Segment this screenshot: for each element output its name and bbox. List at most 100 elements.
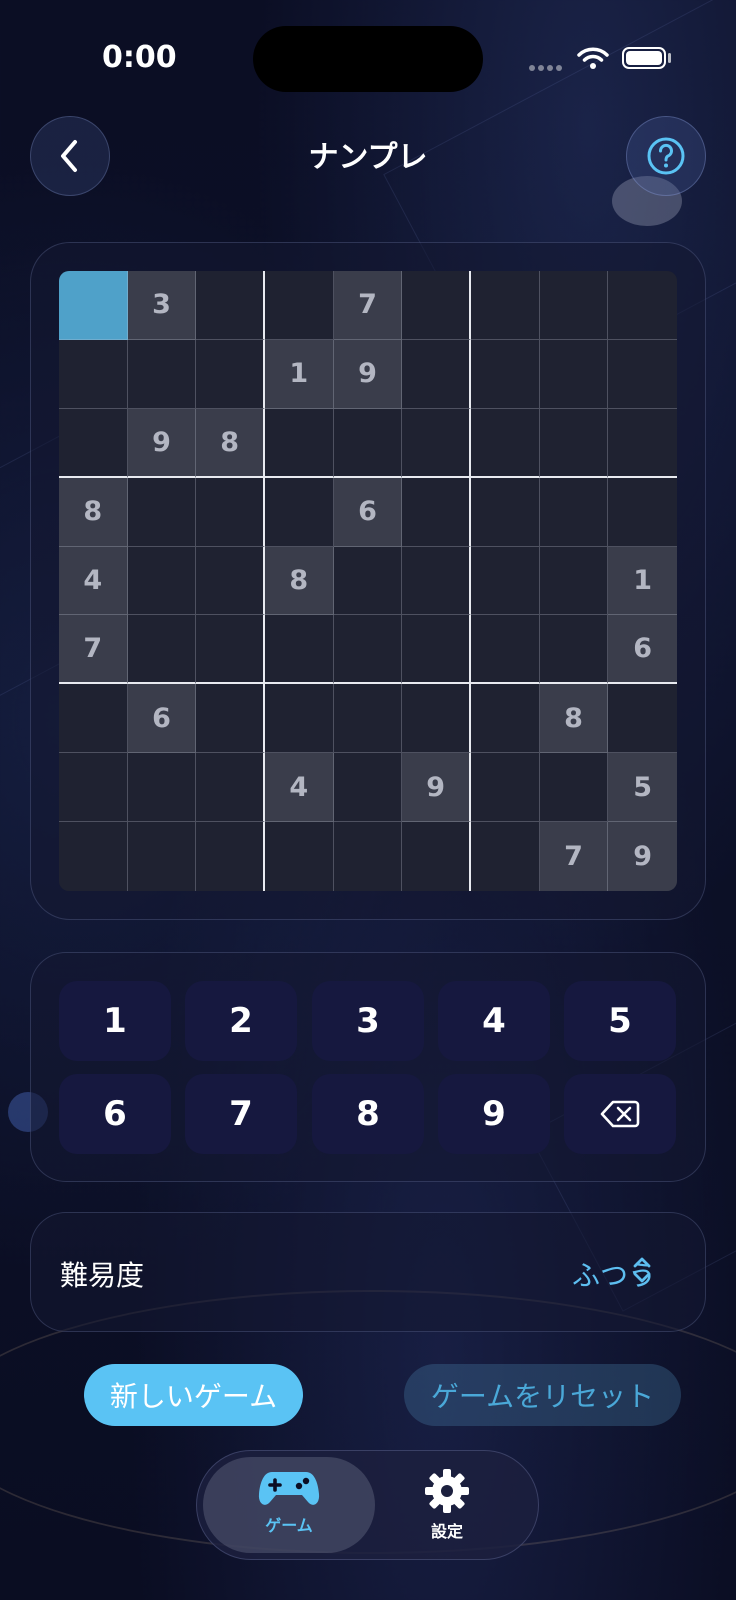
sudoku-cell-r4c7[interactable] <box>470 477 540 547</box>
sudoku-cell-r2c4[interactable]: 1 <box>264 339 334 409</box>
sudoku-cell-r8c8[interactable] <box>539 753 609 823</box>
sudoku-cell-r4c8[interactable] <box>539 477 609 547</box>
sudoku-cell-r4c9[interactable] <box>608 477 677 547</box>
sudoku-cell-r8c4[interactable]: 4 <box>264 753 334 823</box>
sudoku-grid: 37199886481766849579 <box>59 271 677 891</box>
sudoku-cell-r2c1[interactable] <box>59 339 128 409</box>
sudoku-cell-r3c2[interactable]: 9 <box>127 408 197 478</box>
sudoku-cell-r5c1[interactable]: 4 <box>59 546 128 616</box>
sudoku-cell-r5c9[interactable]: 1 <box>608 546 677 616</box>
key-8[interactable]: 8 <box>312 1074 424 1154</box>
sudoku-cell-r5c6[interactable] <box>402 546 471 616</box>
help-button[interactable] <box>626 116 706 196</box>
sudoku-cell-r1c6[interactable] <box>402 271 471 340</box>
sudoku-cell-r4c6[interactable] <box>402 477 471 547</box>
reset-game-button[interactable]: ゲームをリセット <box>404 1364 681 1426</box>
sudoku-cell-r1c4[interactable] <box>264 271 334 340</box>
sudoku-cell-r6c8[interactable] <box>539 615 609 685</box>
sudoku-cell-r8c9[interactable]: 5 <box>608 753 677 823</box>
sudoku-cell-r8c5[interactable] <box>333 753 403 823</box>
delete-key[interactable] <box>564 1074 676 1154</box>
sudoku-cell-r4c4[interactable] <box>264 477 334 547</box>
tab-settings[interactable]: 設定 <box>367 1468 527 1548</box>
sudoku-cell-r6c3[interactable] <box>196 615 265 685</box>
sudoku-cell-r2c9[interactable] <box>608 339 677 409</box>
sudoku-cell-r5c4[interactable]: 8 <box>264 546 334 616</box>
sudoku-cell-r9c2[interactable] <box>127 822 197 891</box>
sudoku-cell-r7c6[interactable] <box>402 684 471 754</box>
sudoku-cell-r6c4[interactable] <box>264 615 334 685</box>
sudoku-cell-r5c5[interactable] <box>333 546 403 616</box>
sudoku-cell-r3c1[interactable] <box>59 408 128 478</box>
sudoku-cell-r9c6[interactable] <box>402 822 471 891</box>
sudoku-cell-r7c5[interactable] <box>333 684 403 754</box>
sudoku-cell-r6c5[interactable] <box>333 615 403 685</box>
sudoku-cell-r9c8[interactable]: 7 <box>539 822 609 891</box>
sudoku-cell-r9c4[interactable] <box>264 822 334 891</box>
sudoku-cell-r7c7[interactable] <box>470 684 540 754</box>
sudoku-cell-r7c4[interactable] <box>264 684 334 754</box>
sudoku-cell-r8c3[interactable] <box>196 753 265 823</box>
sudoku-cell-r4c1[interactable]: 8 <box>59 477 128 547</box>
sudoku-cell-r3c3[interactable]: 8 <box>196 408 265 478</box>
chevron-up-down-icon[interactable] <box>632 1256 652 1284</box>
sudoku-cell-r1c3[interactable] <box>196 271 265 340</box>
sudoku-cell-r1c7[interactable] <box>470 271 540 340</box>
sudoku-cell-r9c3[interactable] <box>196 822 265 891</box>
sudoku-cell-r4c3[interactable] <box>196 477 265 547</box>
sudoku-cell-r9c7[interactable] <box>470 822 540 891</box>
sudoku-cell-r2c6[interactable] <box>402 339 471 409</box>
sudoku-cell-r3c6[interactable] <box>402 408 471 478</box>
sudoku-cell-r8c1[interactable] <box>59 753 128 823</box>
sudoku-cell-r1c9[interactable] <box>608 271 677 340</box>
key-9[interactable]: 9 <box>438 1074 550 1154</box>
sudoku-cell-r4c5[interactable]: 6 <box>333 477 403 547</box>
sudoku-cell-r2c8[interactable] <box>539 339 609 409</box>
sudoku-cell-r8c2[interactable] <box>127 753 197 823</box>
sudoku-cell-r9c9[interactable]: 9 <box>608 822 677 891</box>
status-bar: 0:00 <box>0 0 736 120</box>
sudoku-cell-r2c5[interactable]: 9 <box>333 339 403 409</box>
sudoku-cell-r7c9[interactable] <box>608 684 677 754</box>
key-6[interactable]: 6 <box>59 1074 171 1154</box>
key-5[interactable]: 5 <box>564 981 676 1061</box>
sudoku-cell-r7c2[interactable]: 6 <box>127 684 197 754</box>
sudoku-cell-r7c3[interactable] <box>196 684 265 754</box>
sudoku-cell-r2c3[interactable] <box>196 339 265 409</box>
key-3[interactable]: 3 <box>312 981 424 1061</box>
sudoku-cell-r2c7[interactable] <box>470 339 540 409</box>
sudoku-cell-r5c7[interactable] <box>470 546 540 616</box>
sudoku-cell-r5c2[interactable] <box>127 546 197 616</box>
sudoku-cell-r3c5[interactable] <box>333 408 403 478</box>
key-7[interactable]: 7 <box>185 1074 297 1154</box>
sudoku-cell-r1c2[interactable]: 3 <box>127 271 197 340</box>
sudoku-cell-r6c9[interactable]: 6 <box>608 615 677 685</box>
sudoku-cell-r1c5[interactable]: 7 <box>333 271 403 340</box>
sudoku-cell-r8c7[interactable] <box>470 753 540 823</box>
sudoku-cell-r5c3[interactable] <box>196 546 265 616</box>
sudoku-cell-r3c9[interactable] <box>608 408 677 478</box>
sudoku-cell-r7c1[interactable] <box>59 684 128 754</box>
key-2[interactable]: 2 <box>185 981 297 1061</box>
sudoku-cell-r6c6[interactable] <box>402 615 471 685</box>
tab-game[interactable]: ゲーム <box>209 1468 369 1548</box>
sudoku-cell-r1c8[interactable] <box>539 271 609 340</box>
sudoku-cell-r9c1[interactable] <box>59 822 128 891</box>
sudoku-cell-r4c2[interactable] <box>127 477 197 547</box>
sudoku-cell-r3c8[interactable] <box>539 408 609 478</box>
sudoku-cell-r1c1[interactable] <box>59 271 128 340</box>
sudoku-cell-r3c7[interactable] <box>470 408 540 478</box>
sudoku-cell-r9c5[interactable] <box>333 822 403 891</box>
sudoku-cell-r5c8[interactable] <box>539 546 609 616</box>
sudoku-cell-r7c8[interactable]: 8 <box>539 684 609 754</box>
sudoku-cell-r6c1[interactable]: 7 <box>59 615 128 685</box>
key-4[interactable]: 4 <box>438 981 550 1061</box>
difficulty-label: 難易度 <box>60 1259 145 1292</box>
sudoku-cell-r6c7[interactable] <box>470 615 540 685</box>
sudoku-cell-r2c2[interactable] <box>127 339 197 409</box>
sudoku-cell-r8c6[interactable]: 9 <box>402 753 471 823</box>
key-1[interactable]: 1 <box>59 981 171 1061</box>
sudoku-cell-r6c2[interactable] <box>127 615 197 685</box>
new-game-button[interactable]: 新しいゲーム <box>84 1364 303 1426</box>
sudoku-cell-r3c4[interactable] <box>264 408 334 478</box>
